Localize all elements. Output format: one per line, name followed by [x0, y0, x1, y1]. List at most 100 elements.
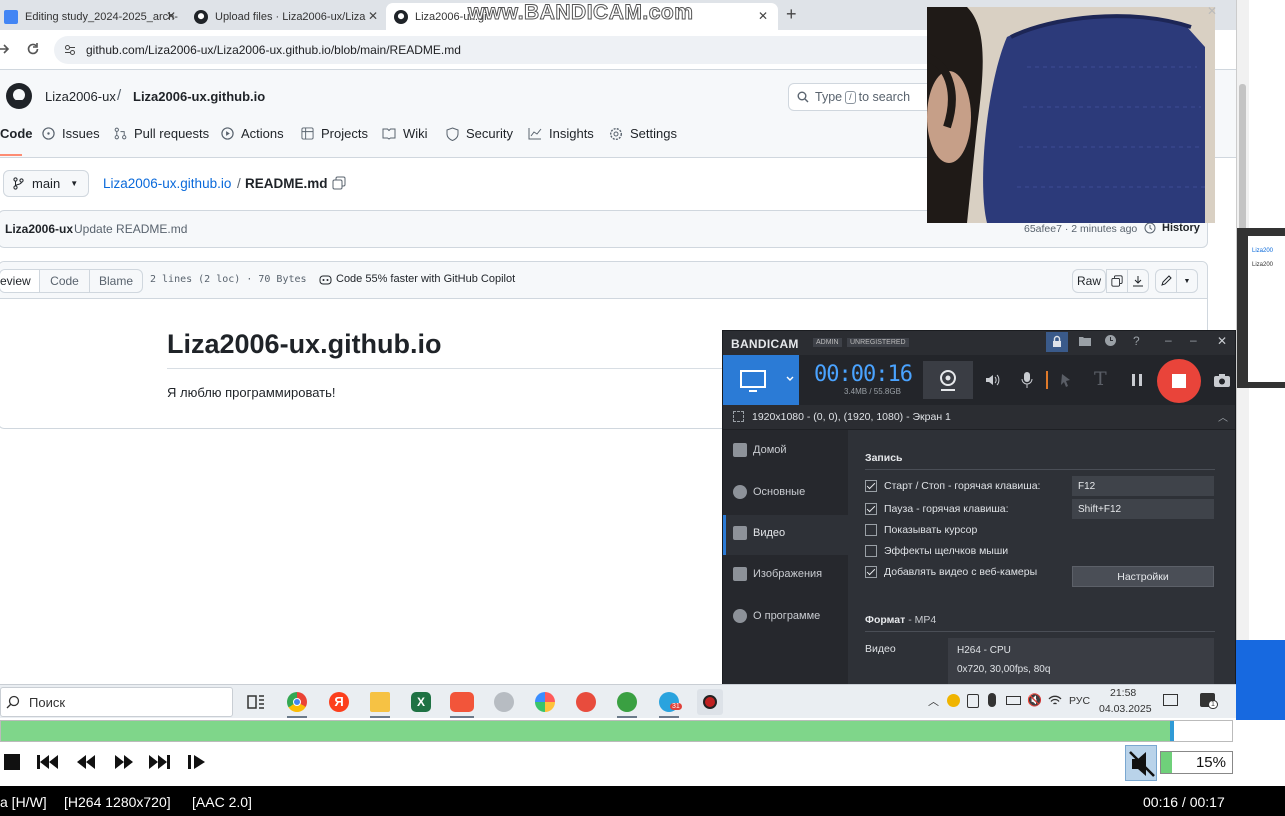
- tab-insights[interactable]: Insights: [528, 126, 594, 141]
- copy-path-icon[interactable]: [332, 176, 346, 190]
- close-icon[interactable]: ✕: [1207, 4, 1217, 18]
- microphone-icon[interactable]: [1020, 371, 1034, 389]
- option-click-effects[interactable]: Эффекты щелчков мыши: [865, 545, 1008, 557]
- start-hotkey-field[interactable]: F12: [1072, 476, 1214, 496]
- close-icon[interactable]: ✕: [368, 9, 378, 23]
- tab-actions[interactable]: Actions: [221, 126, 284, 141]
- checkbox[interactable]: [865, 545, 877, 557]
- lock-button[interactable]: [1046, 332, 1068, 352]
- video-settings-box[interactable]: H264 - CPU 0x720, 30,00fps, 80q: [948, 638, 1214, 684]
- tray-app-icon[interactable]: [947, 694, 960, 707]
- file-explorer-icon[interactable]: [370, 692, 390, 712]
- sidebar-item-images[interactable]: Изображения: [733, 567, 822, 581]
- tab-code[interactable]: Code: [0, 126, 33, 141]
- language-indicator[interactable]: РУС: [1069, 695, 1090, 707]
- history-button[interactable]: History: [1144, 222, 1200, 234]
- tab-settings[interactable]: Settings: [609, 126, 677, 141]
- minimize-button[interactable]: –: [1190, 333, 1197, 347]
- yandex-browser-icon[interactable]: Я: [329, 692, 349, 712]
- wifi-icon[interactable]: [1048, 694, 1062, 706]
- photo-app-icon[interactable]: [535, 692, 555, 712]
- minimize-to-tray-button[interactable]: –: [1165, 333, 1172, 347]
- sidebar-item-general[interactable]: Основные: [733, 485, 805, 499]
- raw-button[interactable]: Raw: [1072, 269, 1106, 293]
- volume-muted-icon[interactable]: 🔇: [1027, 693, 1042, 707]
- clock-time[interactable]: 21:58: [1110, 687, 1136, 699]
- option-show-cursor[interactable]: Показывать курсор: [865, 524, 977, 536]
- close-button[interactable]: ✕: [1217, 334, 1227, 348]
- webcam-settings-button[interactable]: Настройки: [1072, 566, 1214, 587]
- battery-icon[interactable]: [1006, 696, 1021, 705]
- mute-button[interactable]: [1125, 745, 1157, 781]
- repo-name-link[interactable]: Liza2006-ux.github.io: [133, 89, 265, 104]
- wps-office-icon[interactable]: [576, 692, 596, 712]
- edit-menu-button[interactable]: ▼: [1176, 269, 1198, 293]
- tab-issues[interactable]: Issues: [42, 126, 100, 141]
- close-icon[interactable]: ✕: [166, 9, 176, 23]
- copilot-banner[interactable]: Code 55% faster with GitHub Copilot: [319, 273, 515, 285]
- checkbox[interactable]: [865, 480, 877, 492]
- reload-icon[interactable]: [26, 42, 40, 56]
- browser-tab-editing[interactable]: Editing study_2024-2025_arch- ✕: [0, 3, 182, 30]
- repo-owner-link[interactable]: Liza2006-ux: [45, 89, 116, 104]
- seek-handle[interactable]: [1170, 721, 1174, 741]
- copy-raw-button[interactable]: [1106, 269, 1128, 293]
- checkbox[interactable]: [865, 503, 877, 515]
- screen-mode-button[interactable]: [723, 355, 799, 405]
- frame-step-button[interactable]: [188, 754, 206, 770]
- option-pause-hotkey[interactable]: Пауза - горячая клавиша:: [865, 503, 1009, 515]
- github-logo-icon[interactable]: [6, 83, 32, 109]
- pause-hotkey-field[interactable]: Shift+F12: [1072, 499, 1214, 519]
- tab-preview[interactable]: eview: [0, 270, 40, 292]
- site-info-icon[interactable]: [64, 44, 76, 56]
- tab-projects[interactable]: Projects: [301, 126, 368, 141]
- chrome-icon[interactable]: [287, 692, 307, 712]
- branch-selector[interactable]: main ▼: [3, 170, 89, 197]
- next-button[interactable]: [148, 754, 170, 770]
- microphone-icon[interactable]: [988, 693, 996, 707]
- pause-icon[interactable]: [1130, 373, 1144, 387]
- browser-tab-upload[interactable]: Upload files · Liza2006-ux/Liza ✕: [186, 3, 384, 30]
- sidebar-item-about[interactable]: О программе: [733, 609, 820, 623]
- new-tab-button[interactable]: +: [786, 4, 797, 25]
- folder-icon[interactable]: [1078, 335, 1092, 347]
- help-button[interactable]: ?: [1133, 334, 1140, 348]
- chevron-up-icon[interactable]: ︿: [1218, 409, 1228, 424]
- stop-record-button[interactable]: [1157, 359, 1201, 403]
- sidebar-item-video[interactable]: Видео: [733, 526, 785, 540]
- checkbox[interactable]: [865, 524, 877, 536]
- screenshot-icon[interactable]: [1213, 372, 1231, 388]
- webcam-toggle-button[interactable]: [923, 361, 973, 399]
- excel-icon[interactable]: X: [411, 692, 431, 712]
- search-input[interactable]: Type / to search: [788, 83, 948, 111]
- app-icon[interactable]: [494, 692, 514, 712]
- commit-author[interactable]: Liza2006-ux: [5, 222, 73, 236]
- keyboard-icon[interactable]: [1163, 694, 1178, 706]
- telegram-icon[interactable]: 31: [659, 692, 682, 712]
- close-icon[interactable]: ✕: [758, 9, 768, 23]
- fast-forward-button[interactable]: [114, 754, 134, 770]
- tab-code-view[interactable]: Code: [40, 270, 90, 292]
- tab-security[interactable]: Security: [446, 126, 513, 141]
- tab-wiki[interactable]: Wiki: [382, 126, 428, 141]
- checkbox[interactable]: [865, 566, 877, 578]
- breadcrumb-repo-link[interactable]: Liza2006-ux.github.io: [103, 176, 231, 191]
- clock-date[interactable]: 04.03.2025: [1099, 703, 1152, 715]
- speaker-icon[interactable]: [984, 372, 1000, 388]
- previous-button[interactable]: [37, 754, 59, 770]
- download-button[interactable]: [1127, 269, 1149, 293]
- task-view-icon[interactable]: [246, 692, 266, 712]
- chevron-up-icon[interactable]: ︿: [928, 693, 939, 709]
- commit-message[interactable]: Update README.md: [74, 222, 187, 236]
- taskbar-search[interactable]: Поиск: [0, 687, 233, 717]
- notification-icon[interactable]: 1: [1200, 693, 1218, 709]
- option-start-stop-hotkey[interactable]: Старт / Стоп - горячая клавиша:: [865, 480, 1040, 492]
- anydesk-icon[interactable]: [450, 692, 474, 712]
- tab-pull-requests[interactable]: Pull requests: [114, 126, 209, 141]
- rewind-button[interactable]: [76, 754, 96, 770]
- cursor-effect-icon[interactable]: [1058, 372, 1074, 388]
- utorrent-icon[interactable]: [617, 692, 637, 712]
- volume-slider[interactable]: 15%: [1160, 751, 1233, 774]
- sidebar-item-home[interactable]: Домой: [733, 443, 787, 457]
- stop-button[interactable]: [4, 754, 20, 770]
